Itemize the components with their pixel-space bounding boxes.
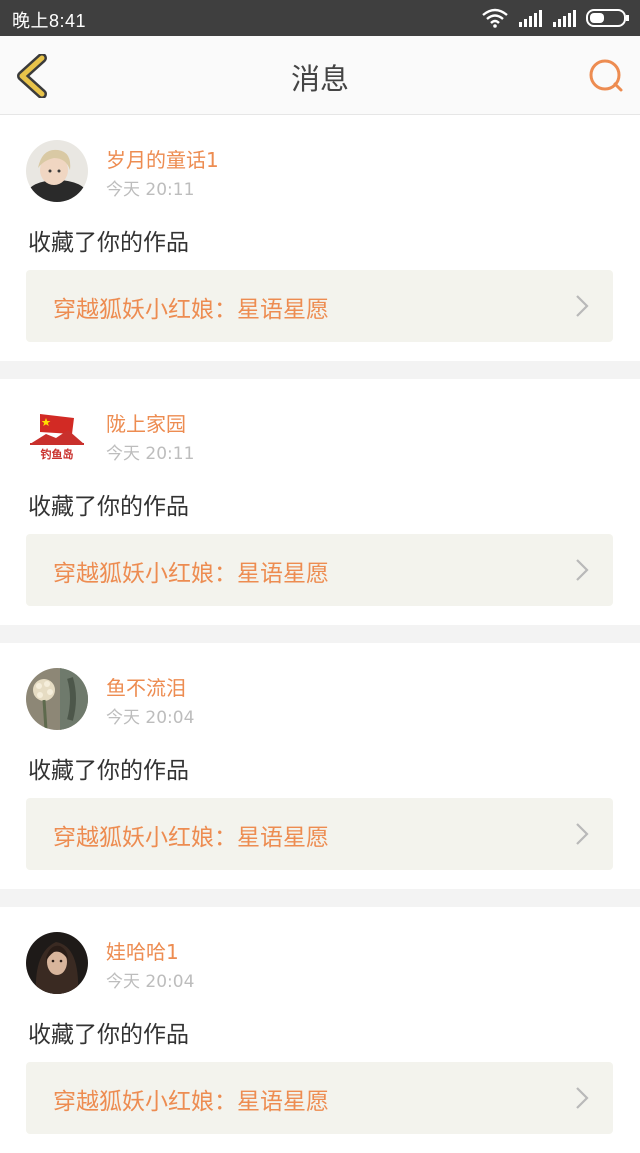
top-navbar: 消息 <box>0 36 640 115</box>
status-icons <box>482 8 630 28</box>
user-name[interactable]: 娃哈哈1 <box>106 936 179 965</box>
chevron-right-icon <box>576 295 589 317</box>
chevron-right-icon <box>576 1087 589 1109</box>
action-text: 收藏了你的作品 <box>28 758 189 784</box>
avatar-flag-logo[interactable]: 钓鱼岛 <box>26 404 88 466</box>
message-list: 岁月的童话1 今天 20:11 收藏了你的作品 穿越狐妖小红娘：星语星愿 钓鱼岛… <box>0 115 640 1153</box>
avatar-logo-text: 钓鱼岛 <box>41 447 74 461</box>
action-text: 收藏了你的作品 <box>28 1022 189 1048</box>
chevron-right-icon <box>576 823 589 845</box>
work-link[interactable]: 穿越狐妖小红娘：星语星愿 <box>26 534 613 606</box>
work-title: 穿越狐妖小红娘：星语星愿 <box>53 561 329 587</box>
work-link[interactable]: 穿越狐妖小红娘：星语星愿 <box>26 270 613 342</box>
message-time: 今天 20:04 <box>106 708 195 728</box>
wifi-icon <box>482 8 508 28</box>
work-title: 穿越狐妖小红娘：星语星愿 <box>53 297 329 323</box>
status-bar: 晚上8:41 <box>0 0 640 36</box>
message-time: 今天 20:04 <box>106 972 195 992</box>
message-card: 岁月的童话1 今天 20:11 收藏了你的作品 穿越狐妖小红娘：星语星愿 <box>0 115 640 361</box>
user-name[interactable]: 岁月的童话1 <box>106 144 219 173</box>
avatar-child-photo[interactable] <box>26 140 88 202</box>
avatar-flower-photo[interactable] <box>26 668 88 730</box>
chevron-right-icon <box>576 559 589 581</box>
work-link[interactable]: 穿越狐妖小红娘：星语星愿 <box>26 798 613 870</box>
work-link[interactable]: 穿越狐妖小红娘：星语星愿 <box>26 1062 613 1134</box>
signal-icon-2 <box>553 10 576 27</box>
message-card: 钓鱼岛 陇上家园 今天 20:11 收藏了你的作品 穿越狐妖小红娘：星语星愿 <box>0 379 640 625</box>
message-card: 娃哈哈1 今天 20:04 收藏了你的作品 穿越狐妖小红娘：星语星愿 <box>0 907 640 1153</box>
page-title: 消息 <box>290 62 349 96</box>
user-name[interactable]: 鱼不流泪 <box>106 672 186 701</box>
action-text: 收藏了你的作品 <box>28 494 189 520</box>
avatar-girl-photo[interactable] <box>26 932 88 994</box>
search-icon[interactable] <box>586 56 626 96</box>
work-title: 穿越狐妖小红娘：星语星愿 <box>53 825 329 851</box>
work-title: 穿越狐妖小红娘：星语星愿 <box>53 1089 329 1115</box>
status-time: 晚上8:41 <box>12 11 87 31</box>
action-text: 收藏了你的作品 <box>28 230 189 256</box>
battery-icon <box>586 9 629 27</box>
message-time: 今天 20:11 <box>106 180 195 200</box>
message-time: 今天 20:11 <box>106 444 195 464</box>
signal-icon <box>519 10 542 27</box>
message-card: 鱼不流泪 今天 20:04 收藏了你的作品 穿越狐妖小红娘：星语星愿 <box>0 643 640 889</box>
user-name[interactable]: 陇上家园 <box>106 408 186 437</box>
